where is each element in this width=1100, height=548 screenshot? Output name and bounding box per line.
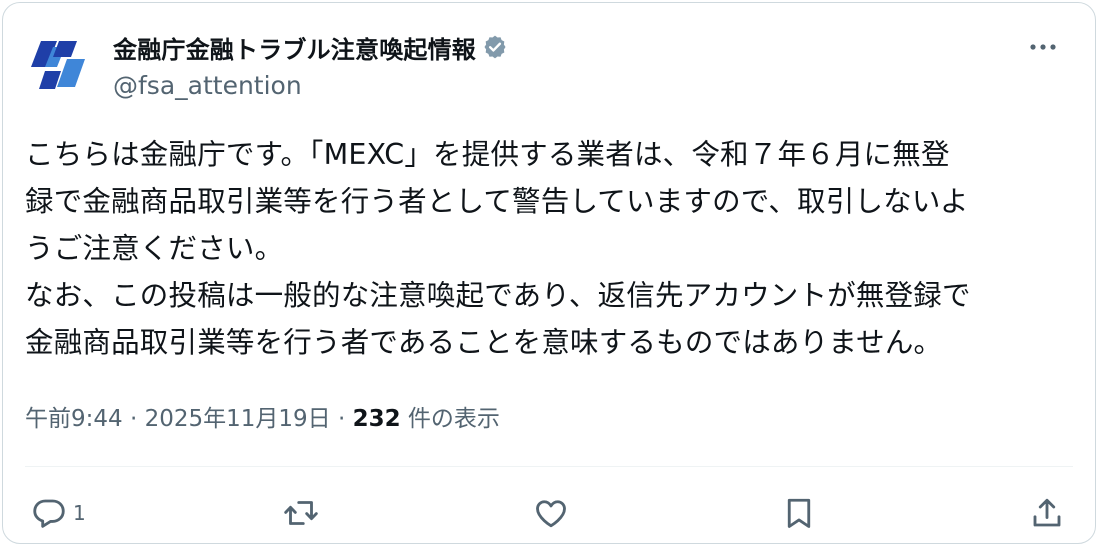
post-date[interactable]: 2025年11月19日 — [145, 406, 331, 432]
author-display-name[interactable]: 金融庁金融トラブル注意喚起情報 — [113, 30, 476, 65]
views-count[interactable]: 232 — [353, 406, 401, 432]
post-meta: 午前9:44 · 2025年11月19日 · 232 件の表示 — [25, 399, 500, 433]
bookmark-icon — [787, 498, 811, 528]
post-text-line: 金融商品取引業等を行う者であることを意味するものではありません。 — [25, 326, 943, 359]
reply-icon — [33, 499, 65, 528]
fsa-logo-icon — [31, 41, 85, 89]
author-handle[interactable]: @fsa_attention — [113, 71, 508, 100]
reply-count: 1 — [73, 501, 86, 525]
views-label[interactable]: 件の表示 — [401, 406, 500, 432]
meta-separator: · — [122, 406, 145, 432]
post-text-line: こちらは金融庁です。「MEXC」を提供する業者は、令和７年６月に無登 — [25, 138, 950, 171]
post-time[interactable]: 午前9:44 — [25, 406, 123, 432]
like-button[interactable] — [533, 493, 569, 533]
repost-button[interactable] — [283, 493, 319, 533]
meta-separator: · — [330, 406, 353, 432]
verified-badge-icon[interactable] — [482, 34, 508, 60]
bookmark-button[interactable] — [781, 493, 817, 533]
share-button[interactable] — [1029, 493, 1065, 533]
post-text: こちらは金融庁です。「MEXC」を提供する業者は、令和７年６月に無登 録で金融商… — [25, 131, 1085, 366]
share-icon — [1033, 498, 1061, 527]
divider — [25, 466, 1073, 467]
like-icon — [536, 500, 566, 528]
post-text-line: うご注意ください。 — [25, 232, 284, 265]
avatar[interactable] — [27, 31, 95, 99]
post-text-line: なお、この投稿は一般的な注意喚起であり、返信先アカウントが無登録で — [25, 279, 971, 312]
repost-icon — [284, 501, 318, 525]
post-text-line: 録で金融商品取引業等を行う者として警告していますので、取引しないよ — [25, 185, 969, 218]
more-options-icon[interactable] — [1029, 39, 1057, 55]
post-header: 金融庁金融トラブル注意喚起情報 @fsa_attention — [113, 29, 508, 100]
reply-button[interactable]: 1 — [31, 493, 86, 533]
tweet-card[interactable]: 金融庁金融トラブル注意喚起情報 @fsa_attention こちらは金融庁です… — [2, 2, 1096, 544]
